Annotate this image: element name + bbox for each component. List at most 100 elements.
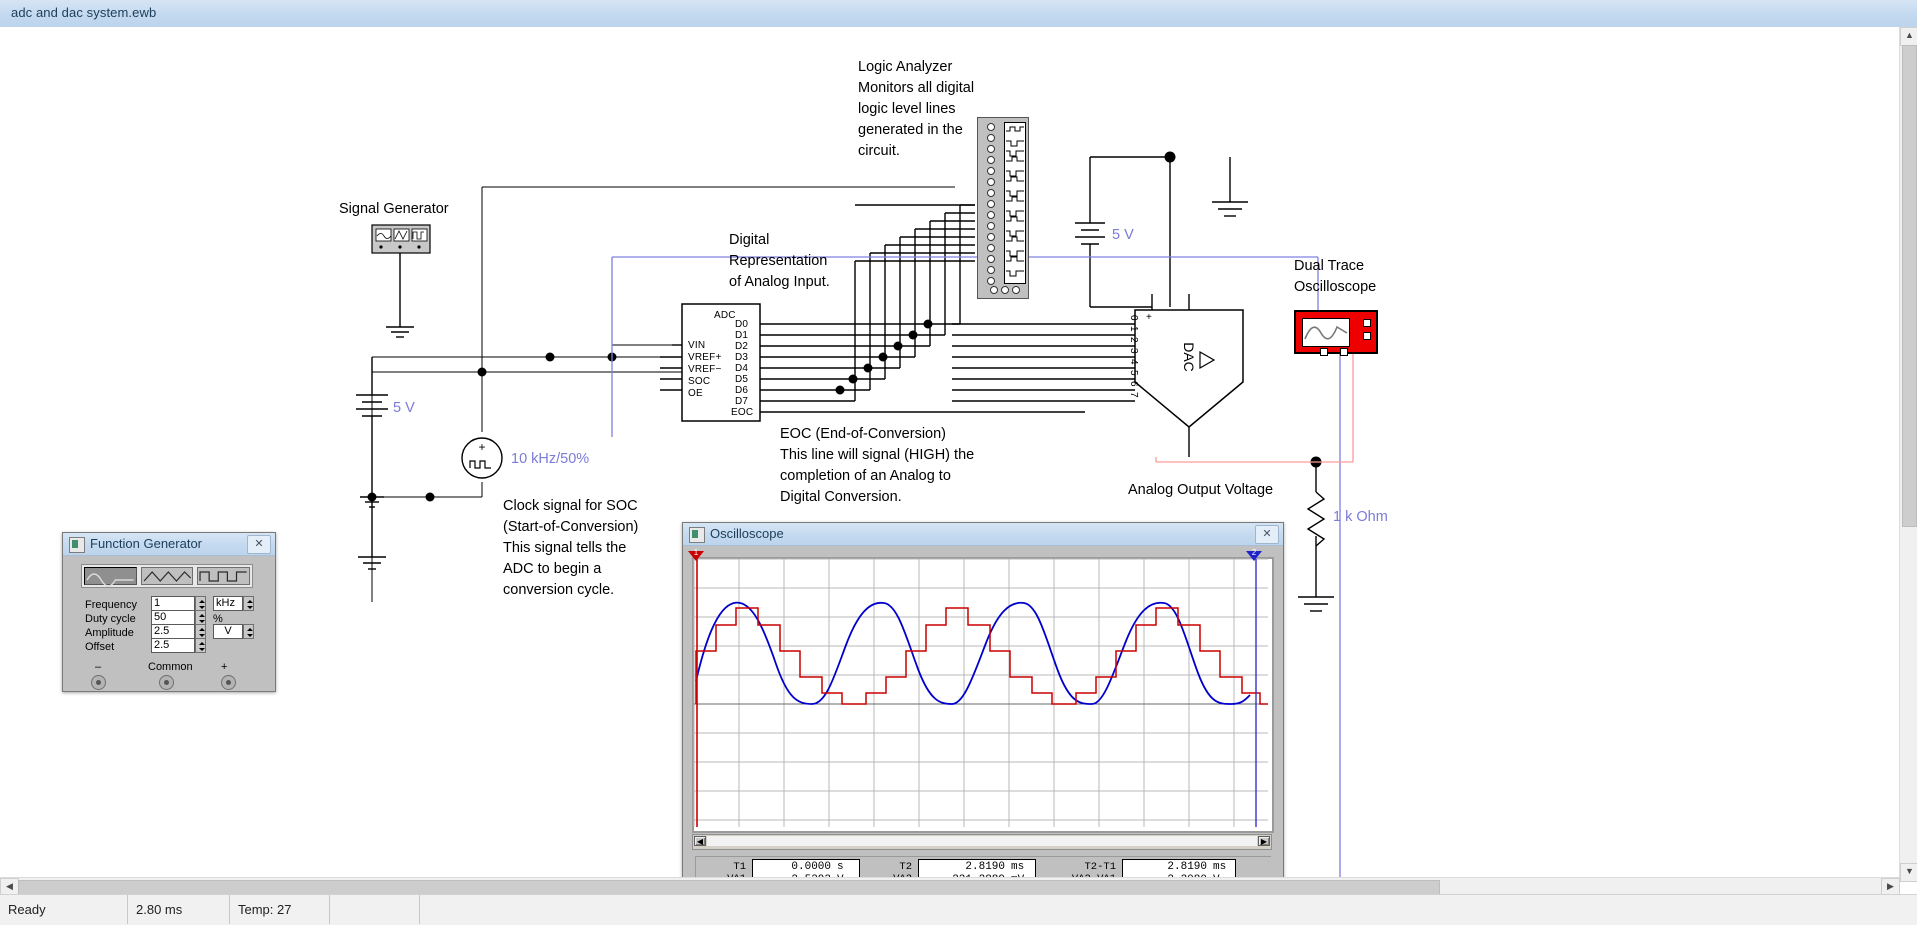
cursor-1-label: 1 bbox=[693, 548, 699, 557]
readout-t1-value: 0.0000 bbox=[791, 861, 831, 873]
resistor-value: 1 k Ohm bbox=[1333, 509, 1388, 525]
readout-t2t1-label: T2-T1 bbox=[1084, 861, 1116, 873]
digital-representation-note: Digital Representation of Analog Input. bbox=[729, 232, 830, 290]
terminal-positive[interactable] bbox=[221, 675, 236, 690]
dac-pin-6: 6 bbox=[1128, 381, 1139, 387]
adc-pin-oe: OE bbox=[688, 388, 703, 399]
canvas-vertical-scrollbar[interactable]: ▲ ▼ bbox=[1899, 27, 1917, 882]
vertical-scroll-thumb[interactable] bbox=[1902, 45, 1917, 527]
offset-input[interactable]: 2.5 bbox=[151, 638, 195, 653]
adc-pin-vrefm: VREF− bbox=[688, 364, 722, 375]
terminal-positive-label: + bbox=[221, 661, 228, 673]
function-generator-title: Function Generator bbox=[90, 536, 203, 551]
terminal-common-label: Common bbox=[148, 661, 193, 673]
oscilloscope-screen[interactable] bbox=[692, 557, 1274, 833]
status-time: 2.80 ms bbox=[128, 895, 230, 924]
adc-pin-eoc: EOC bbox=[731, 407, 754, 418]
oscilloscope-titlebar[interactable]: Oscilloscope ✕ bbox=[683, 523, 1283, 546]
dac-pin-2: 2 bbox=[1128, 337, 1139, 343]
amplitude-input[interactable]: 2.5 bbox=[151, 624, 195, 639]
frequency-unit-stepper[interactable] bbox=[243, 596, 254, 611]
adc-pin-d2: D2 bbox=[735, 341, 749, 352]
amplitude-unit-stepper[interactable] bbox=[243, 624, 254, 639]
oscilloscope-title: Oscilloscope bbox=[710, 526, 784, 541]
signal-generator-symbol bbox=[371, 224, 431, 338]
oscilloscope-close-button[interactable]: ✕ bbox=[1255, 525, 1279, 544]
adc-pin-d4: D4 bbox=[735, 363, 749, 374]
scroll-track[interactable] bbox=[707, 836, 1257, 846]
scroll-up-button[interactable]: ▲ bbox=[1900, 27, 1917, 46]
svg-text:DAC: DAC bbox=[1181, 342, 1197, 372]
clock-source-symbol: + bbox=[461, 437, 503, 479]
function-generator-close-button[interactable]: ✕ bbox=[247, 535, 271, 554]
window-titlebar: adc and dac system.ewb bbox=[0, 0, 1917, 28]
dac-pin-7: 7 bbox=[1128, 392, 1139, 398]
svg-text:+: + bbox=[478, 440, 485, 454]
dac-pin-plus: + bbox=[1146, 312, 1153, 323]
terminal-negative[interactable] bbox=[91, 675, 106, 690]
status-ready: Ready bbox=[0, 895, 128, 924]
readout-t2t1-unit: ms bbox=[1213, 861, 1227, 873]
amplitude-stepper[interactable] bbox=[195, 624, 206, 639]
clock-source-value: 10 kHz/50% bbox=[511, 451, 590, 467]
readout-t2t1-value: 2.8190 bbox=[1167, 861, 1207, 873]
dac-pin-4: 4 bbox=[1128, 359, 1139, 365]
duty-cycle-input[interactable]: 50 bbox=[151, 610, 195, 625]
scroll-down-button[interactable]: ▼ bbox=[1900, 863, 1917, 882]
status-bar: Ready 2.80 ms Temp: 27 bbox=[0, 894, 1917, 925]
logic-analyzer-note: Logic Analyzer Monitors all digital logi… bbox=[858, 59, 975, 159]
terminal-negative-label: – bbox=[95, 661, 102, 673]
offset-stepper[interactable] bbox=[195, 638, 206, 653]
battery-left-symbol bbox=[356, 357, 388, 508]
horizontal-scroll-thumb[interactable] bbox=[18, 880, 1440, 895]
readout-t1-label: T1 bbox=[733, 861, 746, 873]
analog-output-note: Analog Output Voltage bbox=[1128, 482, 1274, 498]
dac-pin-3: 3 bbox=[1128, 348, 1139, 354]
duty-cycle-stepper[interactable] bbox=[195, 610, 206, 625]
status-temp: Temp: 27 bbox=[230, 895, 330, 924]
amplitude-unit-select[interactable]: V bbox=[213, 624, 243, 639]
window-title: adc and dac system.ewb bbox=[11, 5, 157, 20]
frequency-input[interactable]: 1 bbox=[151, 596, 195, 611]
status-extra bbox=[330, 895, 420, 924]
dac-pin-0: 0 bbox=[1128, 315, 1139, 321]
function-generator-window-icon bbox=[69, 537, 85, 553]
oscilloscope-window[interactable]: Oscilloscope ✕ 1 2 ◀ ▶ T1 0.0000 s T2 2.… bbox=[682, 522, 1284, 882]
square-wave-button[interactable] bbox=[197, 567, 251, 585]
battery-right-symbol bbox=[1075, 156, 1248, 308]
adc-pin-d3: D3 bbox=[735, 352, 749, 363]
logic-analyzer-icon[interactable] bbox=[977, 117, 1029, 299]
oscilloscope-hscrollbar[interactable]: ◀ ▶ bbox=[692, 834, 1272, 850]
triangle-wave-button[interactable] bbox=[140, 567, 194, 585]
scroll-left-button[interactable]: ◀ bbox=[694, 836, 706, 846]
readout-t2-unit: ms bbox=[1011, 861, 1025, 873]
sine-wave-button[interactable] bbox=[84, 567, 137, 587]
adc-pin-d7: D7 bbox=[735, 396, 749, 407]
oscilloscope-window-icon bbox=[689, 527, 705, 543]
frequency-stepper[interactable] bbox=[195, 596, 206, 611]
adc-pin-vin: VIN bbox=[688, 340, 706, 351]
dual-trace-note: Dual Trace Oscilloscope bbox=[1294, 258, 1377, 295]
clock-note: Clock signal for SOC (Start-of-Conversio… bbox=[503, 498, 639, 598]
adc-pin-d5: D5 bbox=[735, 374, 749, 385]
battery-left-value: 5 V bbox=[393, 400, 415, 416]
dac-pin-1: 1 bbox=[1128, 326, 1139, 332]
scroll-right-button[interactable]: ▶ bbox=[1258, 836, 1270, 846]
adc-pin-vrefp: VREF+ bbox=[688, 352, 722, 363]
canvas-horizontal-scrollbar[interactable]: ◀ ▶ bbox=[0, 877, 1900, 897]
schematic-canvas[interactable]: + DAC ADC VIN VREF+ VREF− SOC OE D0 D1 D… bbox=[0, 27, 1900, 882]
dac-pin-5: 5 bbox=[1128, 370, 1139, 376]
application-window: adc and dac system.ewb + DAC ADC VIN VRE… bbox=[0, 0, 1917, 925]
cursor-2-label: 2 bbox=[1251, 548, 1257, 557]
frequency-unit-select[interactable]: kHz bbox=[213, 596, 243, 611]
adc-pin-soc: SOC bbox=[688, 376, 711, 387]
oscilloscope-instrument-icon[interactable] bbox=[1294, 310, 1378, 356]
amplitude-label: Amplitude bbox=[85, 627, 134, 639]
waveform-selector[interactable] bbox=[81, 564, 253, 588]
terminal-common[interactable] bbox=[159, 675, 174, 690]
function-generator-window[interactable]: Function Generator ✕ Frequency 1 kHz Dut… bbox=[62, 532, 276, 692]
duty-cycle-label: Duty cycle bbox=[85, 613, 136, 625]
frequency-label: Frequency bbox=[85, 599, 137, 611]
signal-generator-note: Signal Generator bbox=[339, 201, 449, 217]
function-generator-titlebar[interactable]: Function Generator ✕ bbox=[63, 533, 275, 556]
